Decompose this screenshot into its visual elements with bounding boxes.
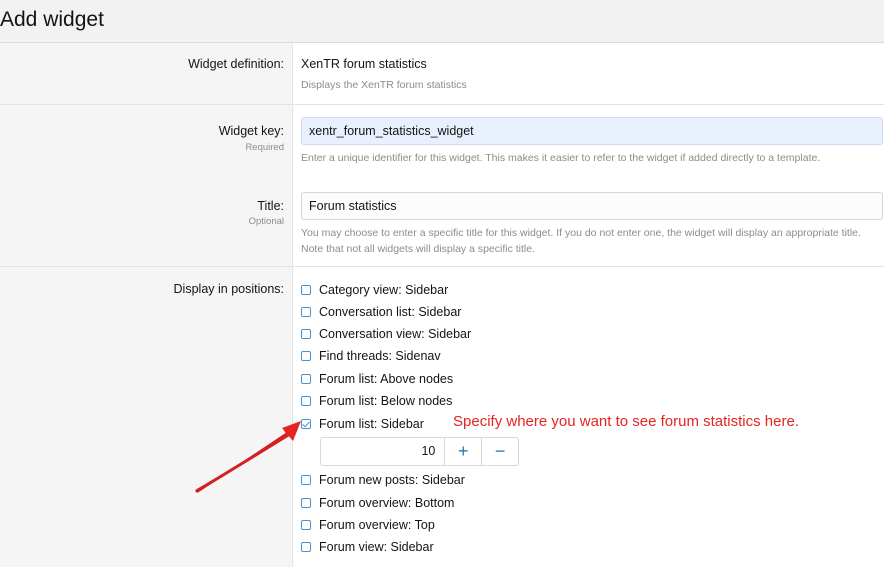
annotation-arrow-icon: [195, 421, 301, 493]
